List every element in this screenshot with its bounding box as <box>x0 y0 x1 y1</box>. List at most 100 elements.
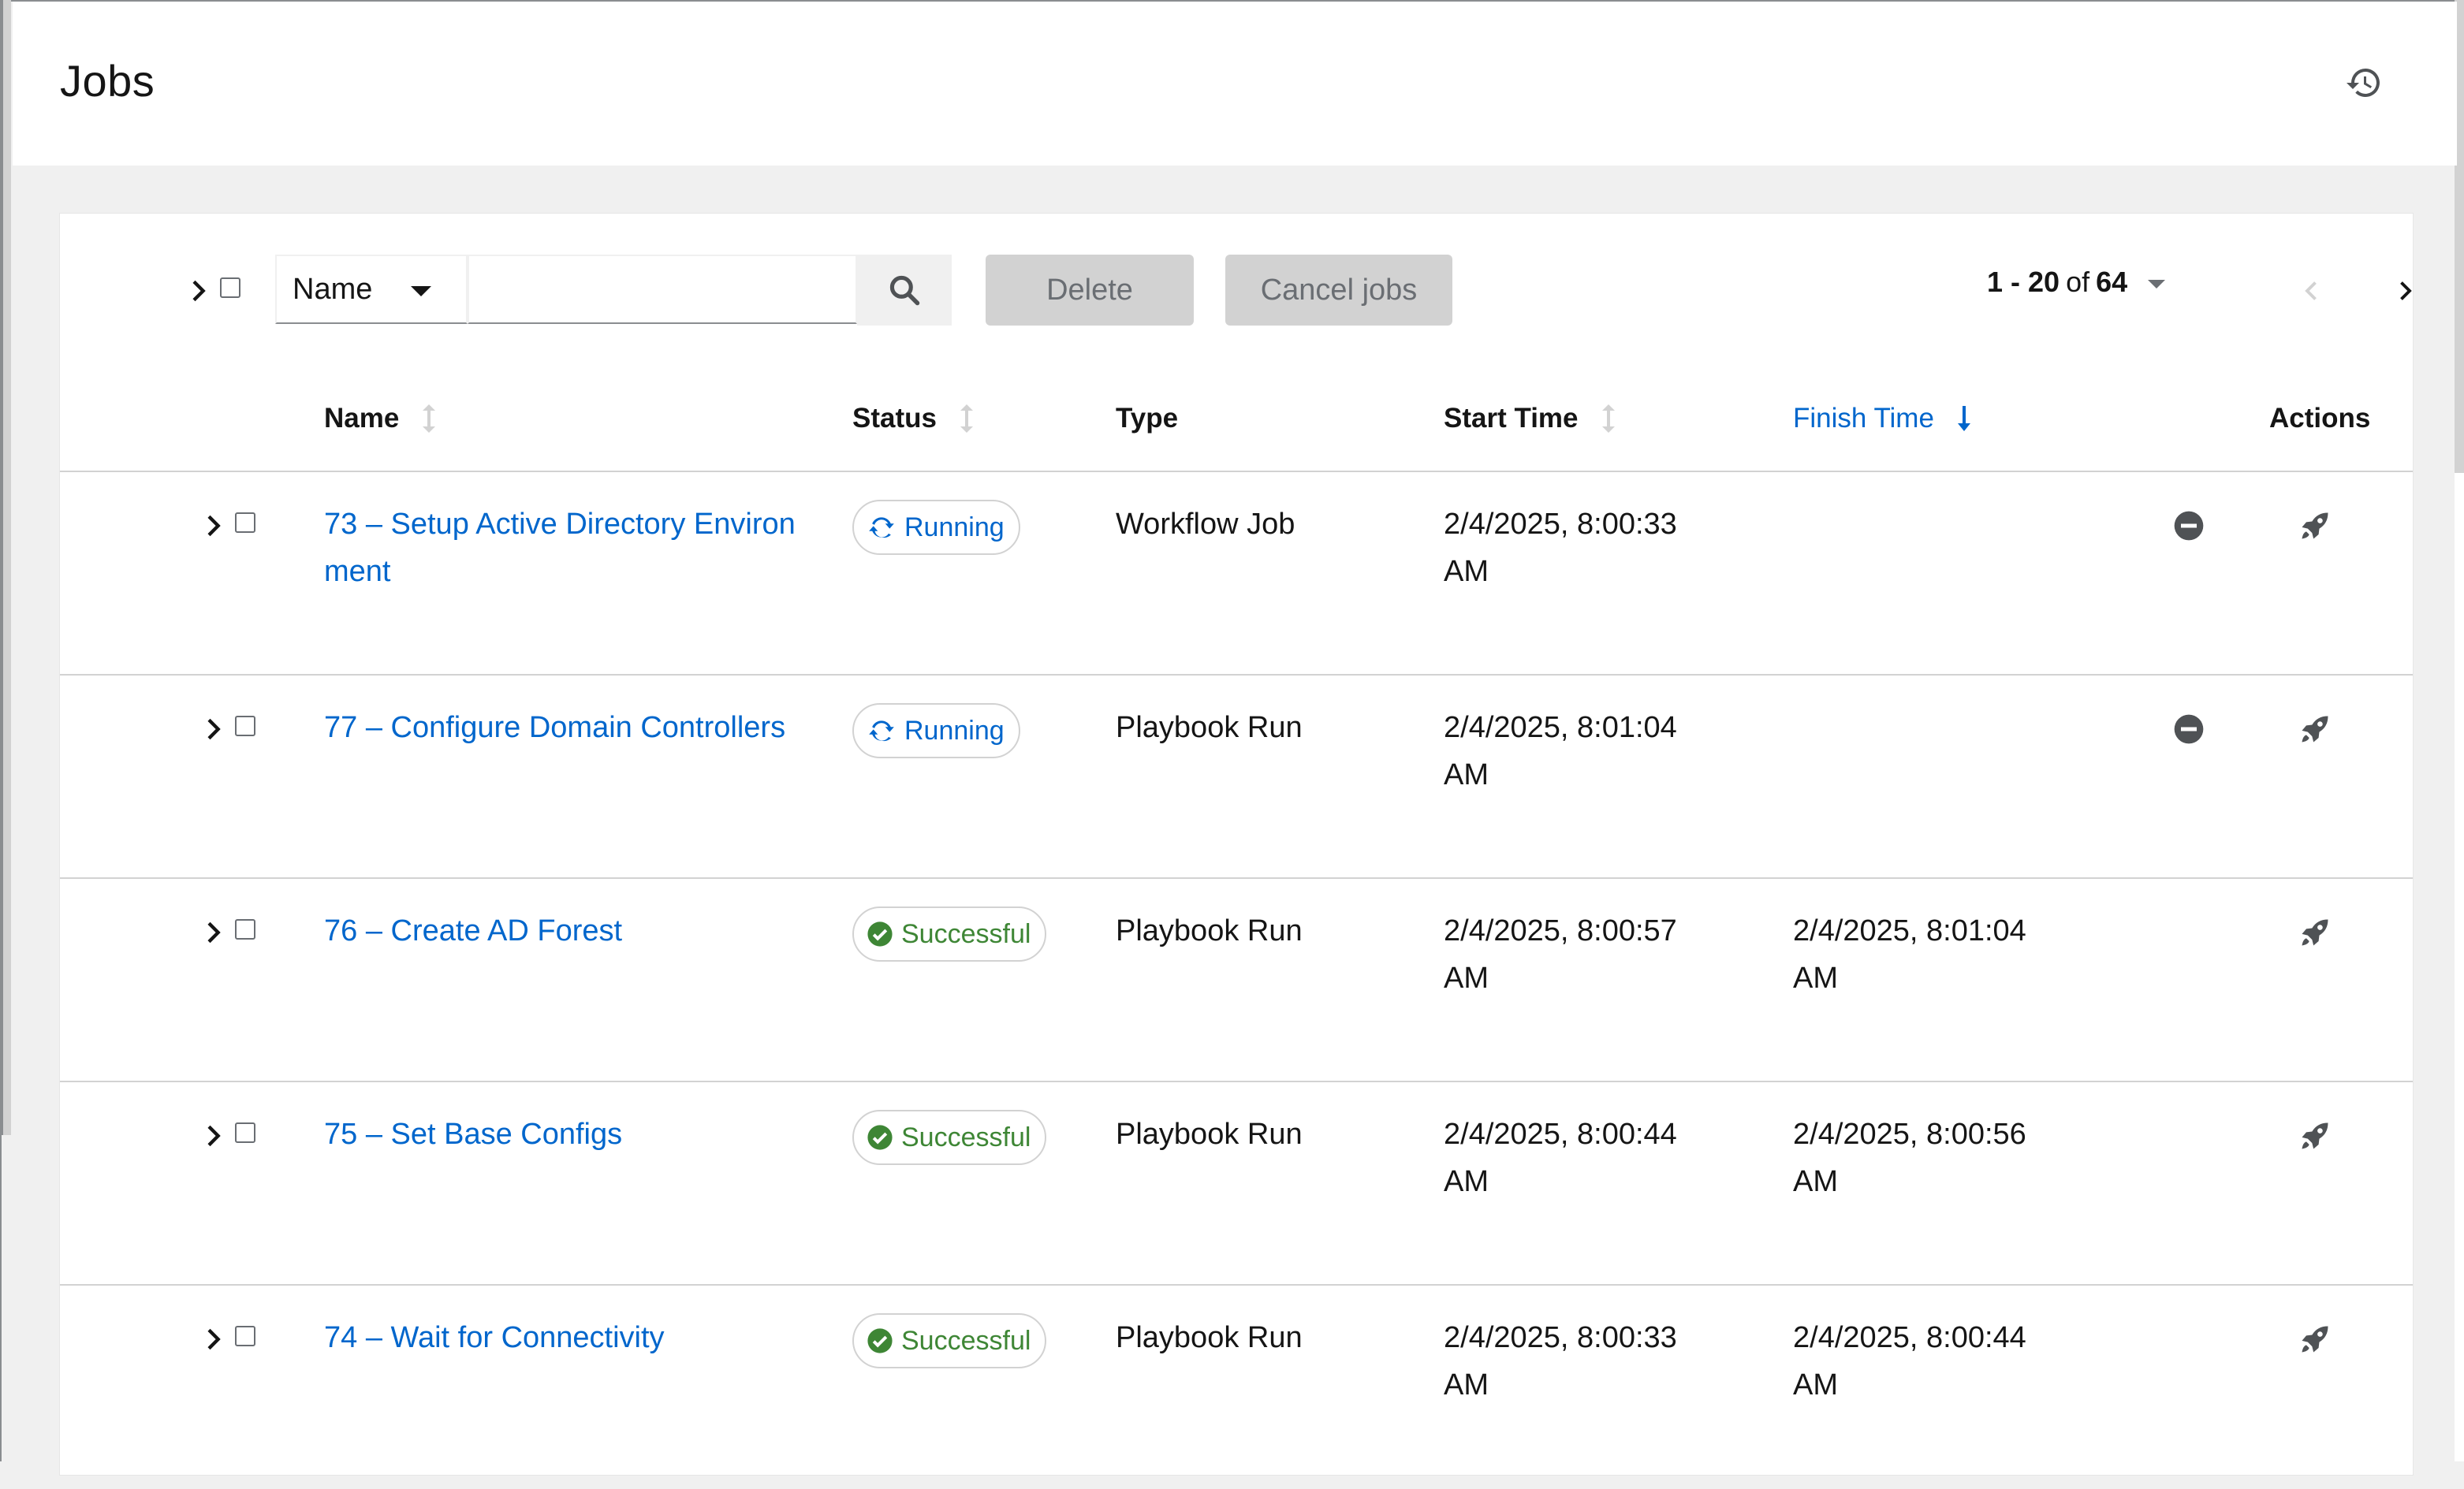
window-border-left-lower <box>0 1135 2 1461</box>
table-row: 73 – Setup Active Directory Environment R… <box>60 472 2413 676</box>
column-header-actions: Actions <box>2269 403 2370 434</box>
job-type: Playbook Run <box>1116 914 1303 947</box>
relaunch-rocket-icon[interactable] <box>2298 712 2332 746</box>
job-name-link[interactable]: 76 – Create AD Forest <box>324 907 813 955</box>
page-scrollbar[interactable] <box>2455 0 2464 1461</box>
finish-time-date: 2/4/2025, 8:00:56 <box>1793 1118 2026 1151</box>
search-filter-select[interactable]: Name <box>275 255 468 324</box>
jobs-card: Name Delete Cancel jobs 1 - 20 of 64 Nam… <box>59 213 2414 1476</box>
sort-icon <box>960 404 973 433</box>
start-time-date: 2/4/2025, 8:01:04 <box>1444 711 1677 744</box>
job-type: Playbook Run <box>1116 711 1303 744</box>
delete-button[interactable]: Delete <box>986 255 1194 326</box>
page-title: Jobs <box>60 56 155 106</box>
start-time-date: 2/4/2025, 8:00:44 <box>1444 1118 1677 1151</box>
expand-all-chevron-icon[interactable] <box>182 275 214 307</box>
column-header-start-time[interactable]: Start Time <box>1444 403 1616 434</box>
row-checkbox[interactable] <box>235 716 255 736</box>
column-header-type-label: Type <box>1116 403 1179 434</box>
next-page-icon[interactable] <box>2391 277 2419 305</box>
search-button[interactable] <box>857 255 952 326</box>
job-name-link[interactable]: 73 – Setup Active Directory Environment <box>324 501 813 595</box>
column-header-finish-time[interactable]: Finish Time <box>1793 403 1972 434</box>
search-icon <box>889 275 920 306</box>
search-input[interactable] <box>468 255 857 324</box>
sort-icon <box>1601 404 1615 433</box>
start-time: 2/4/2025, 8:01:04 AM <box>1444 704 1677 798</box>
expand-row-chevron-icon[interactable] <box>197 510 229 542</box>
relaunch-rocket-icon[interactable] <box>2298 508 2332 543</box>
table-row: 77 – Configure Domain Controllers Running… <box>60 676 2413 879</box>
status-label: Successful <box>901 918 1031 949</box>
start-time-ampm: AM <box>1444 1368 1489 1402</box>
finish-time-date: 2/4/2025, 8:00:44 <box>1793 1321 2026 1354</box>
start-time: 2/4/2025, 8:00:33 AM <box>1444 501 1677 595</box>
status-badge: Running <box>852 703 1020 758</box>
row-checkbox[interactable] <box>235 512 255 533</box>
start-time: 2/4/2025, 8:00:33 AM <box>1444 1314 1677 1409</box>
window-border-left <box>0 0 11 1135</box>
job-type: Playbook Run <box>1116 1321 1303 1354</box>
row-checkbox[interactable] <box>235 1326 255 1346</box>
sort-descending-icon <box>1957 406 1970 431</box>
expand-row-chevron-icon[interactable] <box>197 917 229 948</box>
pagination-toggle[interactable]: 1 - 20 of 64 <box>1987 266 2166 299</box>
column-header-status[interactable]: Status <box>852 403 975 434</box>
finish-time-ampm: AM <box>1793 1368 1838 1402</box>
history-icon[interactable] <box>2345 64 2383 102</box>
status-label: Successful <box>901 1122 1031 1152</box>
relaunch-rocket-icon[interactable] <box>2298 915 2332 950</box>
page-header: Jobs <box>13 2 2457 166</box>
relaunch-rocket-icon[interactable] <box>2298 1322 2332 1357</box>
sync-icon <box>869 517 894 538</box>
status-label: Successful <box>901 1325 1031 1356</box>
finish-time: 2/4/2025, 8:00:56 AM <box>1793 1111 2026 1205</box>
finish-time-date: 2/4/2025, 8:01:04 <box>1793 914 2026 947</box>
row-checkbox[interactable] <box>235 1122 255 1143</box>
table-row: 75 – Set Base Configs Successful Playbook … <box>60 1082 2413 1286</box>
column-header-name[interactable]: Name <box>324 403 437 434</box>
expand-row-chevron-icon[interactable] <box>197 713 229 745</box>
check-circle-icon <box>867 1125 893 1150</box>
expand-row-chevron-icon[interactable] <box>197 1323 229 1355</box>
pagination-range: 1 - 20 <box>1987 266 2060 298</box>
start-time: 2/4/2025, 8:00:44 AM <box>1444 1111 1677 1205</box>
column-header-actions-label: Actions <box>2269 403 2371 434</box>
status-badge: Successful <box>852 906 1047 962</box>
job-name-link[interactable]: 75 – Set Base Configs <box>324 1111 813 1158</box>
start-time-date: 2/4/2025, 8:00:33 <box>1444 508 1677 541</box>
search-group: Name <box>275 255 952 326</box>
start-time-ampm: AM <box>1444 962 1489 995</box>
finish-time: 2/4/2025, 8:00:44 AM <box>1793 1314 2026 1409</box>
cancel-jobs-button[interactable]: Cancel jobs <box>1225 255 1452 326</box>
job-type: Playbook Run <box>1116 1118 1303 1151</box>
start-time: 2/4/2025, 8:00:57 AM <box>1444 907 1677 1002</box>
cancel-job-icon[interactable] <box>2173 713 2205 745</box>
start-time-ampm: AM <box>1444 1165 1489 1198</box>
relaunch-rocket-icon[interactable] <box>2298 1119 2332 1153</box>
job-type: Workflow Job <box>1116 508 1295 541</box>
finish-time-ampm: AM <box>1793 1165 1838 1198</box>
sort-icon <box>423 404 436 433</box>
select-all-checkbox[interactable] <box>220 277 240 298</box>
finish-time: 2/4/2025, 8:01:04 AM <box>1793 907 2026 1002</box>
column-header-status-label: Status <box>852 403 937 434</box>
sync-icon <box>869 720 894 742</box>
status-badge: Successful <box>852 1110 1047 1165</box>
previous-page-icon[interactable] <box>2298 277 2326 305</box>
row-checkbox[interactable] <box>235 919 255 940</box>
column-header-type: Type <box>1116 403 1178 434</box>
status-label: Running <box>904 715 1005 746</box>
status-badge: Successful <box>852 1313 1047 1368</box>
caret-down-icon <box>411 286 431 296</box>
expand-row-chevron-icon[interactable] <box>197 1120 229 1152</box>
job-name-link[interactable]: 77 – Configure Domain Controllers <box>324 704 813 751</box>
start-time-date: 2/4/2025, 8:00:33 <box>1444 1321 1677 1354</box>
cancel-job-icon[interactable] <box>2173 510 2205 542</box>
job-name-link[interactable]: 74 – Wait for Connectivity <box>324 1314 813 1361</box>
table-row: 74 – Wait for Connectivity Successful Play… <box>60 1286 2413 1489</box>
finish-time-ampm: AM <box>1793 962 1838 995</box>
start-time-date: 2/4/2025, 8:00:57 <box>1444 914 1677 947</box>
check-circle-icon <box>867 1328 893 1353</box>
column-header-start-time-label: Start Time <box>1444 403 1579 434</box>
